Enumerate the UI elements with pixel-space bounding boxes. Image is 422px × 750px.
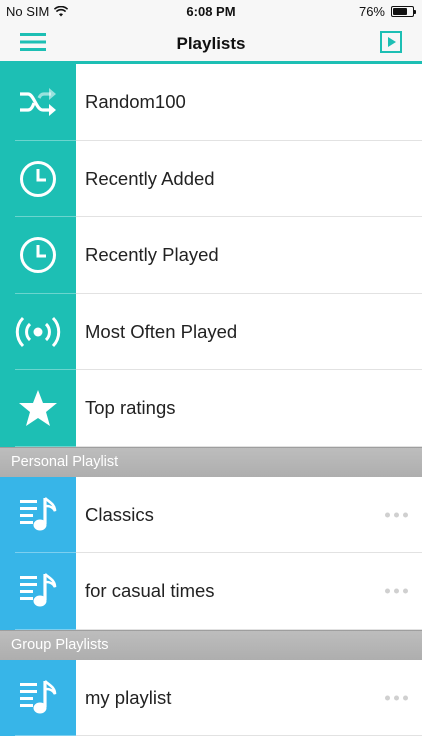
- row-icon-cell: [0, 64, 76, 141]
- playlist-row-for-casual-times[interactable]: for casual times: [0, 553, 422, 630]
- playlist-label-text: my playlist: [85, 686, 172, 708]
- row-icon-cell: [0, 553, 76, 630]
- playlist-row-most-often-played[interactable]: Most Often Played: [0, 293, 422, 371]
- playlist-label: Recently Added: [76, 141, 422, 218]
- row-icon-cell: [0, 370, 76, 447]
- playlist-label: for casual times: [76, 553, 422, 630]
- playlist-label: Classics: [76, 477, 422, 554]
- playlist-label-text: Classics: [85, 503, 154, 525]
- more-options-icon[interactable]: [385, 588, 408, 594]
- row-icon-cell: [0, 140, 76, 217]
- playlist-row-recently-played[interactable]: Recently Played: [0, 217, 422, 294]
- section-header-personal: Personal Playlist: [0, 446, 422, 477]
- playlist-row-classics[interactable]: Classics: [0, 476, 422, 554]
- row-icon-cell: [0, 293, 76, 370]
- row-icon-cell: [0, 476, 76, 553]
- more-options-icon[interactable]: [385, 512, 408, 518]
- row-icon-cell: [0, 659, 76, 736]
- battery-percent: 76%: [358, 4, 385, 19]
- playlist-label: Random100: [76, 64, 422, 141]
- battery-fill: [393, 8, 408, 15]
- shuffle-icon: [20, 88, 56, 117]
- playlist-row-top-ratings[interactable]: Top ratings: [0, 370, 422, 447]
- playlist-note-icon: [20, 496, 57, 531]
- broadcast-icon: [15, 316, 61, 347]
- playlist-note-icon: [20, 573, 57, 607]
- now-playing-icon[interactable]: [380, 31, 402, 53]
- clock-icon: [20, 237, 56, 274]
- clock-icon: [20, 160, 56, 197]
- more-options-icon[interactable]: [385, 695, 408, 701]
- section-header-group: Group Playlists: [0, 629, 422, 660]
- playlist-label: Most Often Played: [76, 294, 422, 371]
- battery-group: 76%: [358, 4, 416, 19]
- playlist-row-recently-added[interactable]: Recently Added: [0, 140, 422, 218]
- playlist-row-my-playlist[interactable]: my playlist: [0, 659, 422, 737]
- battery-icon: [391, 6, 416, 17]
- playlist-note-icon: [20, 679, 57, 714]
- playlist-label: Recently Played: [76, 217, 422, 294]
- row-icon-cell: [0, 217, 76, 294]
- status-bar: No SIM 6:08 PM 76%: [0, 0, 422, 22]
- star-icon: [19, 390, 57, 427]
- nav-bar: Playlists: [0, 22, 422, 64]
- playlist-label: Top ratings: [76, 370, 422, 447]
- playlist-label-text: for casual times: [85, 580, 215, 602]
- playlist-row-random100[interactable]: Random100: [0, 64, 422, 141]
- playlist-label: my playlist: [76, 660, 422, 737]
- playlist-list: Random100 Recently Added Recently Played: [0, 64, 422, 736]
- page-title: Playlists: [176, 34, 246, 53]
